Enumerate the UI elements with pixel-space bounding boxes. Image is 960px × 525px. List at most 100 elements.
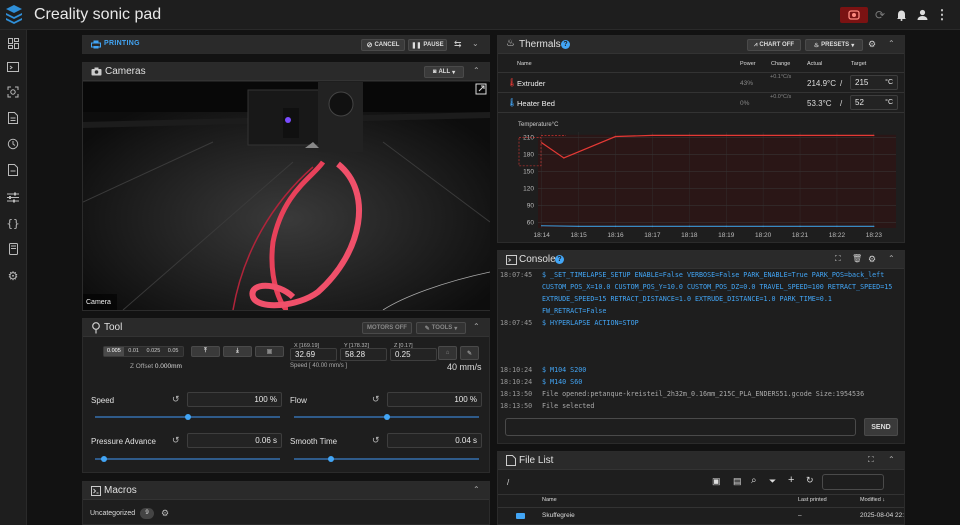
chart-point xyxy=(688,134,690,136)
notifications-bell-icon[interactable] xyxy=(892,6,910,24)
flow-slider[interactable] xyxy=(294,414,479,420)
heater-bed-row[interactable]: 🌡 Heater Bed 0% +0.0°C/s 53.3°C / 52 °C xyxy=(498,93,904,113)
filter-icon[interactable]: ⏷ xyxy=(769,476,776,487)
macro-count-badge: 9 xyxy=(140,508,154,519)
expand-icon[interactable]: ⛶ xyxy=(868,455,874,465)
smooth-time-reset-icon[interactable]: ↺ xyxy=(372,435,380,446)
thermals-settings-icon[interactable]: ⚙ xyxy=(868,39,876,50)
z-step-selector[interactable]: 0.005 0.01 0.025 0.05 xyxy=(103,346,184,357)
chevron-down-icon[interactable]: ⌄ xyxy=(472,39,479,48)
flow-reset-icon[interactable]: ↺ xyxy=(372,394,380,405)
console-icon[interactable] xyxy=(5,59,21,75)
upload-print-icon[interactable]: ▣ xyxy=(712,476,721,487)
presets-button[interactable]: ♨ PRESETS ▾ xyxy=(805,39,863,51)
cancel-button[interactable]: ⊘ CANCEL xyxy=(361,39,405,51)
collapse-files-icon[interactable]: ⌃ xyxy=(888,455,895,464)
user-account-icon[interactable] xyxy=(913,6,931,24)
app-logo-icon[interactable] xyxy=(5,4,23,26)
emergency-stop-button[interactable] xyxy=(840,7,868,23)
collapse-tool-icon[interactable]: ⌃ xyxy=(473,322,480,331)
step-005[interactable]: 0.05 xyxy=(163,347,183,356)
preset-flame-icon: ♨ xyxy=(813,42,820,49)
z-position-field[interactable]: 0.25 xyxy=(390,348,437,361)
console-settings-icon[interactable]: ⚙ xyxy=(868,254,876,265)
heater-bed-target-field[interactable]: 52 °C xyxy=(850,95,898,110)
console-line-time: 18:10:24 xyxy=(500,366,533,375)
help-icon[interactable]: ? xyxy=(555,255,564,264)
more-vertical-icon[interactable]: ⋮ xyxy=(933,6,951,24)
add-icon[interactable]: + xyxy=(788,474,794,486)
flow-slider-knob[interactable] xyxy=(383,414,390,420)
z-save-button[interactable]: ▣ xyxy=(255,346,284,357)
smooth-time-slider[interactable] xyxy=(294,456,479,462)
settings-gear-icon[interactable]: ⚙ xyxy=(5,268,21,284)
gcode-file-icon[interactable]: ▤ xyxy=(733,476,742,487)
extruder-target-field[interactable]: 215 °C xyxy=(850,75,898,90)
step-001[interactable]: 0.01 xyxy=(124,347,144,356)
camera-feed[interactable] xyxy=(83,82,490,310)
send-button[interactable]: SEND xyxy=(864,418,898,436)
dashboard-icon[interactable] xyxy=(5,35,21,51)
home-button[interactable]: ⌂ xyxy=(438,346,457,360)
history-icon[interactable] xyxy=(5,136,21,152)
clear-trash-icon[interactable]: 🗑 xyxy=(852,254,862,263)
step-0025[interactable]: 0.025 xyxy=(144,347,164,356)
tools-button[interactable]: ✎ TOOLS ▾ xyxy=(416,322,466,334)
collapse-thermals-icon[interactable]: ⌃ xyxy=(888,39,895,48)
camera-select-button[interactable]: ◙ ALL ▾ xyxy=(424,66,464,78)
edit-position-button[interactable]: ✎ xyxy=(460,346,479,360)
device-icon[interactable] xyxy=(5,241,21,257)
job-queue-icon[interactable] xyxy=(5,162,21,178)
motors-off-button[interactable]: MOTORS OFF xyxy=(362,322,412,334)
webcam-icon[interactable] xyxy=(5,84,21,100)
swap-icon[interactable]: ⇆ xyxy=(454,39,462,50)
search-icon[interactable]: ⌕ xyxy=(751,475,757,486)
speed-slider-knob[interactable] xyxy=(184,414,191,420)
file-row[interactable]: Skuffegreie – 2025-08-04 22: xyxy=(498,507,904,524)
pressure-advance-slider-knob[interactable] xyxy=(101,456,108,462)
file-search-input[interactable] xyxy=(822,474,884,490)
sync-icon[interactable]: ⟳ xyxy=(871,6,889,24)
smooth-time-slider-knob[interactable] xyxy=(328,456,334,462)
pressure-advance-slider[interactable] xyxy=(95,456,280,462)
x-position-field[interactable]: 32.69 xyxy=(290,348,337,361)
collapse-console-icon[interactable]: ⌃ xyxy=(888,254,895,263)
pressure-advance-reset-icon[interactable]: ↺ xyxy=(172,435,180,446)
y-position-field[interactable]: 58.28 xyxy=(340,348,387,361)
expand-icon[interactable]: ⛶ xyxy=(835,254,841,264)
x-tick-label: 18:20 xyxy=(755,232,772,239)
pause-button[interactable]: ❚❚ PAUSE xyxy=(408,39,447,51)
extruder-row[interactable]: 🌡 Extruder 43% +0.1°C/s 214.9°C / 215 °C xyxy=(498,73,904,93)
chart-off-button[interactable]: ⩘ CHART OFF xyxy=(747,39,801,51)
speed-reset-icon[interactable]: ↺ xyxy=(172,394,180,405)
files-icon[interactable] xyxy=(5,110,21,126)
z-down-button[interactable]: ⤓ xyxy=(223,346,252,357)
flow-value-field[interactable]: 100 % xyxy=(387,392,482,407)
x-tick-label: 18:21 xyxy=(792,232,809,239)
console-input[interactable] xyxy=(505,418,856,436)
temperature-chart[interactable]: Temperature°C 60 90 120 150 180 210 18:14 18:15 1… xyxy=(498,116,904,242)
refresh-icon[interactable]: ↻ xyxy=(806,475,814,486)
file-list-title: File List xyxy=(519,455,554,466)
config-braces-icon[interactable]: {} xyxy=(5,215,21,231)
collapse-macros-icon[interactable]: ⌃ xyxy=(473,485,480,494)
z-up-button[interactable]: ⤒ xyxy=(191,346,220,357)
y-tick-label: 90 xyxy=(527,202,535,209)
home-icon: ⌂ xyxy=(445,350,450,356)
macro-settings-icon[interactable]: ⚙ xyxy=(161,508,169,519)
step-0005[interactable]: 0.005 xyxy=(104,347,124,356)
macro-group-label[interactable]: Uncategorized xyxy=(90,510,135,517)
tune-settings-icon[interactable] xyxy=(5,189,21,205)
smooth-time-field[interactable]: 0.04 s xyxy=(387,433,482,448)
speed-slider[interactable] xyxy=(95,414,280,420)
collapse-cameras-icon[interactable]: ⌃ xyxy=(473,66,480,75)
x-tick-label: 18:15 xyxy=(570,232,587,239)
help-icon[interactable]: ? xyxy=(561,40,570,49)
col-power: Power xyxy=(740,61,756,67)
console-title: Console xyxy=(519,254,556,265)
extruder-actual: 214.9°C xyxy=(807,79,836,88)
col-modified[interactable]: Modified ↓ xyxy=(860,497,885,503)
pressure-advance-field[interactable]: 0.06 s xyxy=(187,433,282,448)
chart-point xyxy=(577,225,580,227)
speed-value-field[interactable]: 100 % xyxy=(187,392,282,407)
